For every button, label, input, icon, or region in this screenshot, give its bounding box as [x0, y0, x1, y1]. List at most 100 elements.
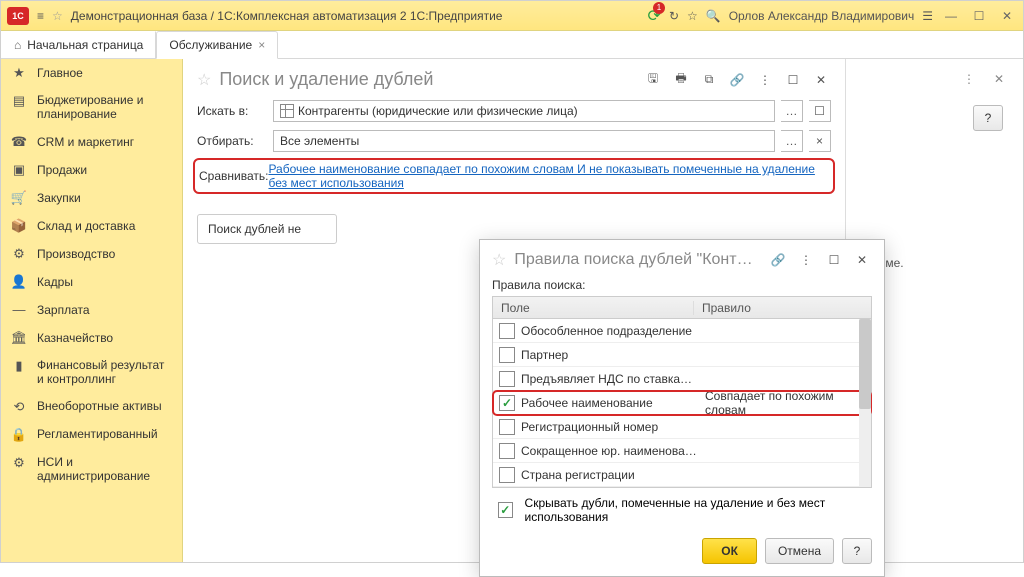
dialog-help-button[interactable]: ? — [842, 538, 872, 564]
window-title: Демонстрационная база / 1С:Комплексная а… — [71, 9, 648, 23]
dialog-close-icon[interactable]: ✕ — [852, 250, 872, 270]
sidebar-item[interactable]: 🔒Регламентированный — [1, 421, 182, 449]
filter-ellipsis[interactable]: … — [781, 130, 803, 152]
rule-checkbox[interactable] — [499, 419, 515, 435]
page-help-button[interactable]: ? — [973, 105, 1003, 131]
dialog-link-icon[interactable]: 🔗 — [768, 250, 788, 270]
search-in-label: Искать в: — [197, 104, 267, 118]
compare-label: Сравнивать: — [199, 169, 268, 183]
sidebar-item[interactable]: 🛒Закупки — [1, 184, 182, 212]
search-in-ellipsis[interactable]: … — [781, 100, 803, 122]
dialog-star-icon[interactable]: ☆ — [492, 250, 506, 270]
filter-input[interactable]: Все элементы — [273, 130, 775, 152]
sidebar-item[interactable]: ▮Финансовый результат и контроллинг — [1, 352, 182, 393]
col-field-header[interactable]: Поле — [493, 301, 693, 315]
home-icon: ⌂ — [14, 38, 21, 52]
rule-checkbox[interactable] — [499, 371, 515, 387]
panel-star-icon[interactable]: ☆ — [197, 70, 211, 90]
dialog-window-icon[interactable]: ☐ — [824, 250, 844, 270]
ok-button[interactable]: ОК — [702, 538, 757, 564]
sidebar-item-label: Склад и доставка — [37, 219, 135, 233]
rule-checkbox[interactable] — [499, 443, 515, 459]
sidebar-icon: 📦 — [11, 218, 27, 234]
compare-link[interactable]: Рабочее наименование совпадает по похожи… — [268, 162, 829, 190]
rule-row[interactable]: Обособленное подразделение — [493, 319, 871, 343]
sidebar-item[interactable]: —Зарплата — [1, 296, 182, 324]
star-icon[interactable]: ☆ — [687, 9, 698, 23]
no-results-box: Поиск дублей не — [197, 214, 337, 244]
more-icon[interactable]: ⋮ — [959, 69, 979, 89]
copy-icon[interactable]: ⧉ — [699, 70, 719, 90]
minimize-icon[interactable]: — — [941, 6, 961, 26]
app-logo: 1C — [7, 7, 29, 25]
sidebar-icon: 🏛 — [11, 330, 27, 346]
panel-close-icon[interactable]: ✕ — [811, 70, 831, 90]
cancel-button[interactable]: Отмена — [765, 538, 834, 564]
scrollbar-thumb[interactable] — [859, 319, 871, 409]
window-icon[interactable]: ☐ — [783, 70, 803, 90]
rule-checkbox[interactable] — [499, 467, 515, 483]
sidebar-item[interactable]: ⚙НСИ и администрирование — [1, 449, 182, 490]
sidebar-item[interactable]: ⟲Внеоборотные активы — [1, 393, 182, 421]
rules-label: Правила поиска: — [480, 274, 884, 296]
more-icon[interactable]: ⋮ — [755, 70, 775, 90]
print-icon[interactable]: 🖶 — [671, 70, 691, 90]
sidebar-item-label: Главное — [37, 66, 83, 80]
content-area: ⋮ ✕ ? рограмме. ения. ☆ Поиск и удаление… — [183, 59, 1023, 562]
sidebar-item[interactable]: ⚙Производство — [1, 240, 182, 268]
col-rule-header[interactable]: Правило — [693, 301, 857, 315]
hamburger-icon[interactable]: ≡ — [37, 9, 44, 23]
rule-row[interactable]: Страна регистрации — [493, 463, 871, 487]
tab-home-label: Начальная страница — [27, 38, 143, 52]
rule-row[interactable]: Регистрационный номер — [493, 415, 871, 439]
search-in-dropdown[interactable]: ☐ — [809, 100, 831, 122]
sidebar-item[interactable]: ▤Бюджетирование и планирование — [1, 87, 182, 128]
sidebar-icon: ▤ — [11, 93, 27, 109]
rule-row[interactable]: Предъявляет НДС по ставкам 4% … — [493, 367, 871, 391]
panel1-title: Поиск и удаление дублей — [219, 69, 433, 90]
rule-row[interactable]: Сокращенное юр. наименование — [493, 439, 871, 463]
link-icon[interactable]: 🔗 — [727, 70, 747, 90]
sidebar-icon: ☎ — [11, 134, 27, 150]
notification-icon[interactable]: ⟳ — [648, 6, 661, 26]
close-icon[interactable]: ✕ — [997, 6, 1017, 26]
hide-duplicates-checkbox[interactable] — [498, 502, 513, 518]
search-icon[interactable]: 🔍 — [706, 9, 721, 23]
sidebar-item[interactable]: 👤Кадры — [1, 268, 182, 296]
save-icon[interactable]: 🖫 — [643, 70, 663, 90]
rule-checkbox[interactable] — [499, 347, 515, 363]
sidebar-item[interactable]: ☎CRM и маркетинг — [1, 128, 182, 156]
rule-row[interactable]: Партнер — [493, 343, 871, 367]
sidebar-item[interactable]: 📦 Склад и доставка — [1, 212, 182, 240]
sidebar-item-label: Кадры — [37, 275, 73, 289]
dialog-more-icon[interactable]: ⋮ — [796, 250, 816, 270]
rule-field: Обособленное подразделение — [521, 324, 697, 338]
rule-field: Партнер — [521, 348, 697, 362]
filter-clear[interactable]: × — [809, 130, 831, 152]
sidebar-icon: ⚙ — [11, 246, 27, 262]
filter-value: Все элементы — [280, 134, 359, 148]
sidebar-icon: 🛒 — [11, 190, 27, 206]
sidebar-item[interactable]: ▣Продажи — [1, 156, 182, 184]
history-icon[interactable]: ↻ — [669, 9, 679, 23]
rule-row[interactable]: Рабочее наименованиеСовпадает по похожим… — [493, 391, 871, 415]
tab-close-icon[interactable]: × — [258, 38, 265, 52]
tab-maintenance[interactable]: Обслуживание × — [156, 31, 278, 59]
search-in-input[interactable]: Контрагенты (юридические или физические … — [273, 100, 775, 122]
sidebar-item[interactable]: ★Главное — [1, 59, 182, 87]
sidebar-item[interactable]: 🏛Казначейство — [1, 324, 182, 352]
user-name[interactable]: Орлов Александр Владимирович — [729, 9, 915, 23]
scrollbar-track[interactable] — [859, 319, 871, 487]
favorite-icon[interactable]: ☆ — [52, 9, 63, 23]
titlebar: 1C ≡ ☆ Демонстрационная база / 1С:Компле… — [1, 1, 1023, 31]
rule-field: Страна регистрации — [521, 468, 697, 482]
rule-checkbox[interactable] — [499, 395, 515, 411]
close-page-icon[interactable]: ✕ — [989, 69, 1009, 89]
hide-duplicates-label: Скрывать дубли, помеченные на удаление и… — [525, 496, 872, 524]
tab-home[interactable]: ⌂ Начальная страница — [1, 31, 156, 58]
compare-row-highlight: Сравнивать: Рабочее наименование совпада… — [193, 158, 835, 194]
rule-checkbox[interactable] — [499, 323, 515, 339]
user-menu-icon[interactable]: ☰ — [922, 9, 933, 23]
maximize-icon[interactable]: ☐ — [969, 6, 989, 26]
filter-label: Отбирать: — [197, 134, 267, 148]
